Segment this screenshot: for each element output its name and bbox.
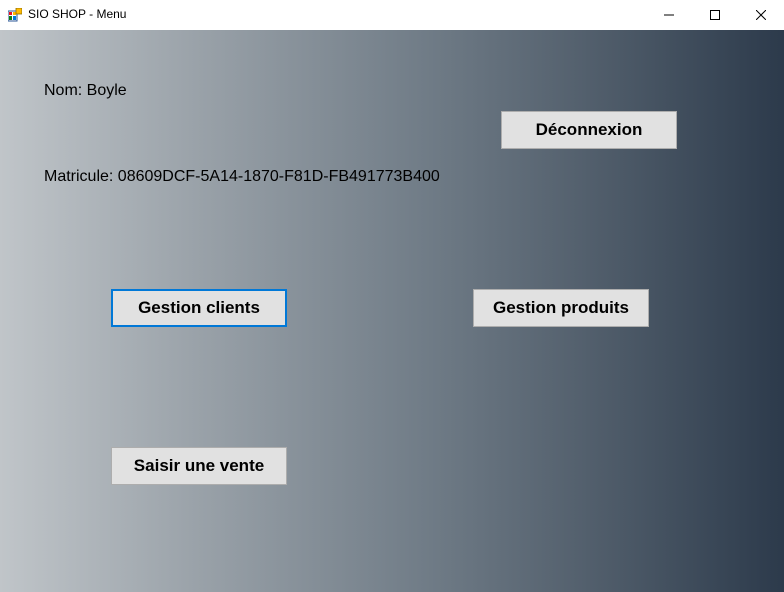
- enter-sale-button[interactable]: Saisir une vente: [111, 447, 287, 485]
- logout-button[interactable]: Déconnexion: [501, 111, 677, 149]
- manage-clients-button[interactable]: Gestion clients: [111, 289, 287, 327]
- client-area: Nom: Boyle Matricule: 08609DCF-5A14-1870…: [0, 30, 784, 592]
- maximize-button[interactable]: [692, 0, 738, 30]
- title-bar[interactable]: SIO SHOP - Menu: [0, 0, 784, 30]
- close-icon: [756, 10, 766, 20]
- app-window: SIO SHOP - Menu Nom: Boyle Matricule: 08…: [0, 0, 784, 592]
- minimize-button[interactable]: [646, 0, 692, 30]
- manage-products-button[interactable]: Gestion produits: [473, 289, 649, 327]
- window-title: SIO SHOP - Menu: [28, 7, 127, 21]
- user-matricule-label: Matricule: 08609DCF-5A14-1870-F81D-FB491…: [44, 168, 440, 185]
- app-window-icon: [8, 8, 22, 22]
- maximize-icon: [710, 10, 720, 20]
- minimize-icon: [664, 14, 674, 16]
- user-name-label: Nom: Boyle: [44, 82, 127, 99]
- close-button[interactable]: [738, 0, 784, 30]
